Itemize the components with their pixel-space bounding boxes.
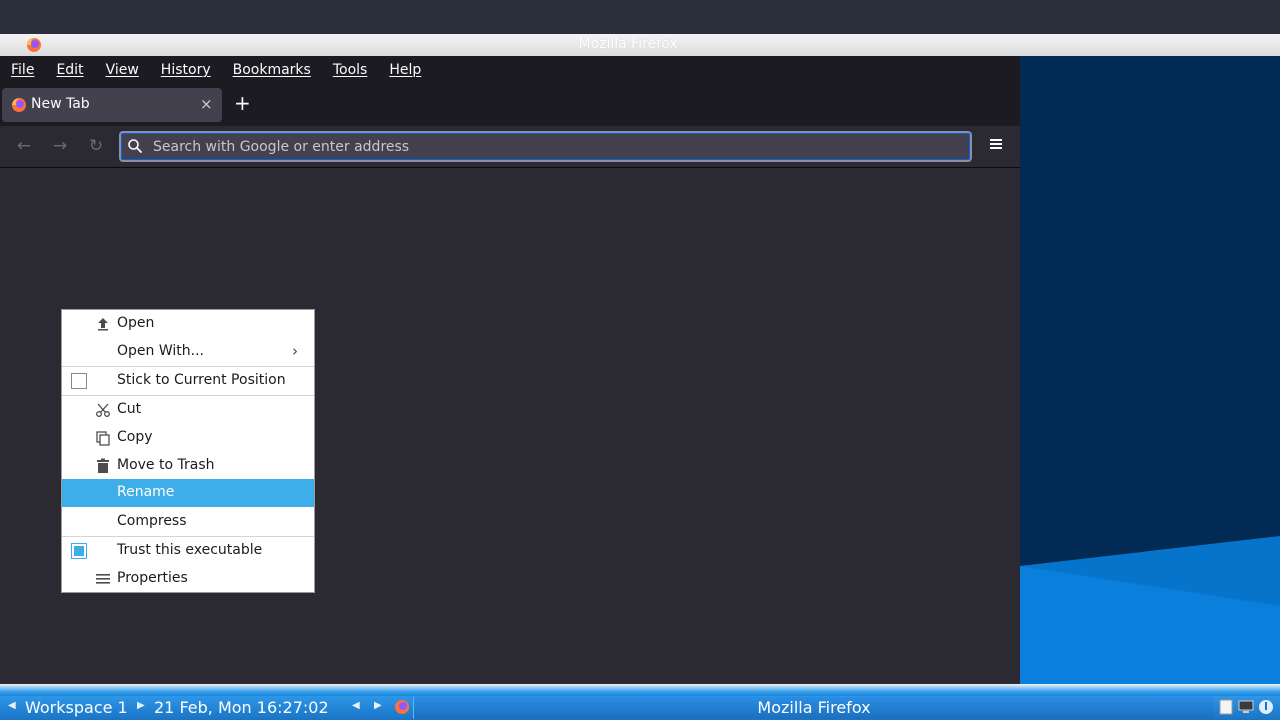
menu-help[interactable]: Help <box>389 62 421 78</box>
info-icon[interactable] <box>1258 699 1274 715</box>
tab-bar: New Tab × + <box>0 84 1020 126</box>
menu-item-rename[interactable]: Rename <box>62 479 314 507</box>
forward-button[interactable]: → <box>48 136 72 156</box>
list-icon <box>95 571 111 587</box>
firefox-icon[interactable] <box>394 699 410 715</box>
workspace-prev-icon[interactable]: ◀ <box>8 700 16 711</box>
back-button[interactable]: ← <box>12 136 36 156</box>
upload-icon <box>95 316 111 332</box>
menu-item-cut[interactable]: Cut <box>62 396 314 424</box>
close-tab-icon[interactable]: × <box>200 95 213 113</box>
taskbar-task-label: Mozilla Firefox <box>757 698 871 717</box>
firefox-icon <box>11 97 27 117</box>
menu-item-open[interactable]: Open <box>62 310 314 338</box>
window-titlebar[interactable]: Mozilla Firefox <box>0 34 1280 56</box>
tab-label: New Tab <box>31 96 90 112</box>
menu-tools[interactable]: Tools <box>333 62 368 78</box>
copy-icon <box>95 430 111 446</box>
new-tab-button[interactable]: + <box>234 93 251 113</box>
task-next-icon[interactable]: ▶ <box>374 700 382 711</box>
hamburger-icon[interactable] <box>986 137 1006 155</box>
scissors-icon <box>95 402 111 418</box>
window-title: Mozilla Firefox <box>578 36 678 52</box>
reload-button[interactable]: ↻ <box>84 136 108 156</box>
menu-item-stick-to-position[interactable]: Stick to Current Position <box>62 367 314 395</box>
context-menu: Open Open With... › Stick to Current Pos… <box>61 309 315 593</box>
chevron-right-icon: › <box>292 342 298 360</box>
monitor-icon[interactable] <box>1238 699 1254 715</box>
taskbar-task-firefox[interactable]: Mozilla Firefox <box>413 697 1213 719</box>
url-bar[interactable] <box>119 131 972 162</box>
taskbar-border <box>0 684 1280 696</box>
file-icon[interactable] <box>1218 699 1234 715</box>
desktop-wallpaper <box>1020 56 1280 684</box>
menu-item-move-to-trash[interactable]: Move to Trash <box>62 452 314 480</box>
menu-item-copy[interactable]: Copy <box>62 424 314 452</box>
menu-item-properties[interactable]: Properties <box>62 565 314 593</box>
task-prev-icon[interactable]: ◀ <box>352 700 360 711</box>
navigation-toolbar: ← → ↻ <box>0 126 1020 168</box>
menu-history[interactable]: History <box>161 62 211 78</box>
menu-file[interactable]: File <box>11 62 34 78</box>
clock: 21 Feb, Mon 16:27:02 <box>154 698 329 717</box>
menu-edit[interactable]: Edit <box>56 62 83 78</box>
trash-icon <box>95 458 111 474</box>
tab-new-tab[interactable]: New Tab × <box>2 88 222 122</box>
menu-bar: File Edit View History Bookmarks Tools H… <box>0 56 1020 84</box>
menu-view[interactable]: View <box>106 62 139 78</box>
taskbar: ◀ Workspace 1 ▶ 21 Feb, Mon 16:27:02 ◀ ▶… <box>0 696 1280 720</box>
menu-item-trust-executable[interactable]: Trust this executable <box>62 537 314 565</box>
desktop: Mozilla Firefox File Edit View History B… <box>0 0 1280 720</box>
menu-bookmarks[interactable]: Bookmarks <box>233 62 311 78</box>
checkbox-unchecked-icon[interactable] <box>71 373 87 389</box>
search-icon <box>127 138 143 158</box>
menu-item-open-with[interactable]: Open With... › <box>62 338 314 366</box>
menu-item-compress[interactable]: Compress <box>62 508 314 536</box>
workspace-next-icon[interactable]: ▶ <box>137 700 145 711</box>
checkbox-checked-icon[interactable] <box>71 543 87 559</box>
workspace-label[interactable]: Workspace 1 <box>25 698 128 717</box>
url-input[interactable] <box>153 137 953 157</box>
